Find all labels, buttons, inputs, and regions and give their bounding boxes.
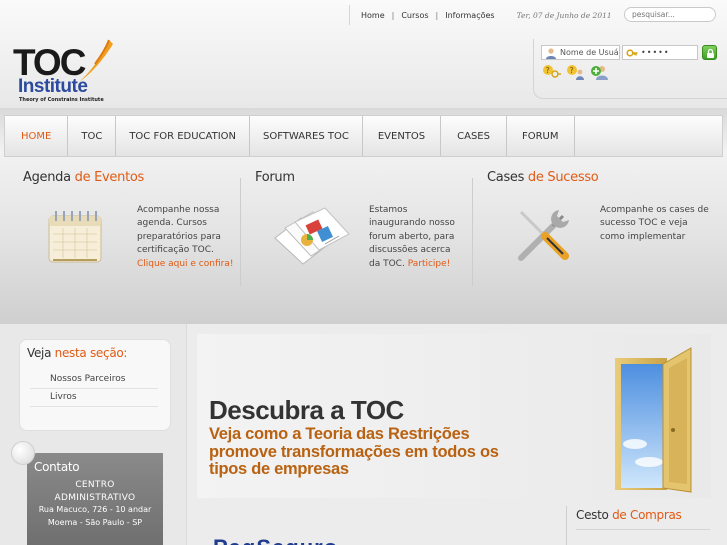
panel-forum: Forum Estamos inaugurando nosso forum ab…	[255, 170, 467, 290]
login-button[interactable]	[702, 45, 717, 60]
lock-icon	[707, 48, 714, 58]
nav-item-toc[interactable]: TOC	[68, 116, 117, 156]
panel-cases: Cases de Sucesso Acompanhe os cases de s…	[487, 170, 717, 290]
nav-item-eventos[interactable]: EVENTOS	[363, 116, 442, 156]
tools-wrench-screwdriver-icon[interactable]	[513, 204, 575, 266]
logo-institute-text: Institute	[18, 76, 88, 97]
contato-address: CENTRO ADMINISTRATIVO Rua Macuco, 726 - …	[38, 480, 152, 527]
panel-forum-title[interactable]: Forum	[255, 170, 467, 185]
veja-item-parceiros[interactable]: Nossos Parceiros	[30, 371, 158, 389]
svg-text:?: ?	[546, 66, 550, 75]
calendar-icon[interactable]	[45, 208, 105, 266]
panel-forum-text: Estamos inaugurando nosso forum aberto, …	[369, 205, 455, 269]
feature-panels: Agenda de Eventos Acompanhe nossa agenda…	[0, 170, 727, 320]
open-door-icon	[615, 347, 692, 493]
panel-agenda-title[interactable]: Agenda de Eventos	[23, 170, 235, 185]
contato-title: Contato	[34, 460, 80, 474]
panel-divider	[240, 178, 241, 286]
main-nav: HOME TOC TOC FOR EDUCATION SOFTWARES TOC…	[4, 115, 723, 157]
nav-item-softwares-toc[interactable]: SOFTWARES TOC	[250, 116, 363, 156]
panel-agenda: Agenda de Eventos Acompanhe nossa agenda…	[23, 170, 235, 290]
header: Home | Cursos | Informações Ter, 07 de J…	[0, 0, 727, 108]
separator: |	[391, 10, 395, 20]
veja-item-livros[interactable]: Livros	[30, 389, 158, 407]
password-field[interactable]: •••••	[622, 45, 698, 60]
login-box: Nome de Usuário ••••• ? ?	[533, 39, 727, 99]
login-help-icons: ? ?	[542, 64, 610, 80]
veja-nesta-secao-box: Veja nesta seção: Nossos Parceiros Livro…	[19, 339, 171, 431]
user-icon	[546, 48, 556, 59]
username-field[interactable]: Nome de Usuário	[541, 45, 620, 60]
nav-item-cases[interactable]: CASES	[441, 116, 507, 156]
panel-cases-title[interactable]: Cases de Sucesso	[487, 170, 717, 185]
forgot-username-icon[interactable]: ?	[566, 64, 586, 80]
register-user-icon[interactable]	[590, 64, 610, 80]
pagseguro-logo[interactable]: PagSeguro	[213, 537, 338, 545]
banner-subline: Veja como a Teoria das Restrições promov…	[209, 425, 499, 478]
top-links: Home | Cursos | Informações	[350, 11, 495, 20]
panel-divider	[472, 178, 473, 286]
logo-tagline: Theory of Constrains Institute	[19, 97, 104, 103]
hero-area: HOME TOC TOC FOR EDUCATION SOFTWARES TOC…	[0, 108, 727, 324]
top-link-cursos[interactable]: Cursos	[401, 11, 428, 20]
nav-item-forum[interactable]: FORUM	[507, 116, 575, 156]
current-date: Ter, 07 de Junho de 2011	[516, 10, 612, 20]
forgot-password-icon[interactable]: ?	[542, 64, 562, 80]
top-link-home[interactable]: Home	[361, 11, 385, 20]
key-icon	[626, 49, 638, 57]
toc-institute-logo[interactable]: TOC Institute Theory of Constrains Insti…	[13, 39, 113, 106]
forum-link[interactable]: Participe!	[408, 259, 451, 269]
veja-list: Nossos Parceiros Livros	[30, 371, 158, 407]
cesto-underline	[576, 529, 710, 530]
cesto-divider	[566, 506, 567, 545]
top-link-informacoes[interactable]: Informações	[445, 11, 494, 20]
left-sidebar: Veja nesta seção: Nossos Parceiros Livro…	[0, 324, 187, 545]
contato-box: Contato CENTRO ADMINISTRATIVO Rua Macuco…	[11, 441, 163, 545]
separator: |	[435, 10, 439, 20]
pin-knob-icon	[11, 441, 35, 465]
descubra-toc-banner[interactable]: Descubra a TOC Veja como a Teoria das Re…	[197, 334, 711, 498]
cesto-title[interactable]: Cesto de Compras	[576, 508, 682, 522]
panel-agenda-text: Acompanhe nossa agenda. Cursos preparató…	[137, 205, 234, 269]
veja-title: Veja nesta seção:	[27, 346, 128, 360]
nav-item-toc-for-education[interactable]: TOC FOR EDUCATION	[116, 116, 250, 156]
banner-headline: Descubra a TOC	[209, 395, 404, 425]
search-input[interactable]	[624, 7, 716, 22]
password-value: •••••	[641, 48, 670, 57]
agenda-link[interactable]: Clique aqui e confira!	[137, 259, 233, 269]
svg-text:?: ?	[570, 66, 574, 75]
nav-item-home[interactable]: HOME	[5, 116, 69, 156]
username-placeholder: Nome de Usuário	[560, 48, 619, 57]
panel-cases-text: Acompanhe os cases de sucesso TOC e veja…	[600, 205, 709, 242]
forum-documents-icon[interactable]	[267, 204, 355, 268]
cesto-de-compras: Cesto de Compras	[566, 506, 712, 545]
